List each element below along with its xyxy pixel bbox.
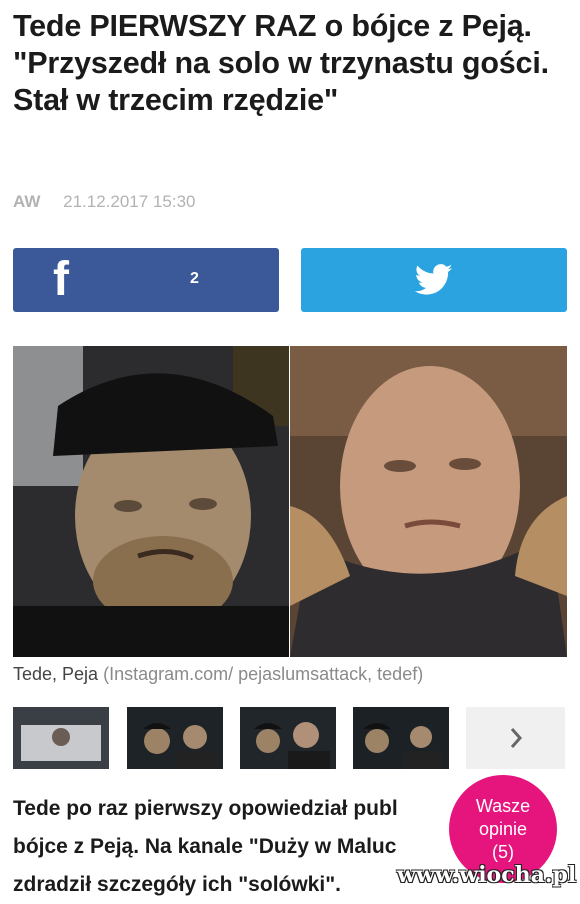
article-title: Tede PIERWSZY RAZ o bójce z Peją. "Przys… [13, 9, 549, 117]
article-lead: Tede po raz pierwszy opowiedział publ bó… [13, 790, 453, 904]
gallery-thumbnail[interactable] [240, 707, 336, 769]
facebook-share-button[interactable]: f 2 [13, 248, 279, 312]
article-meta: AW 21.12.2017 15:30 [13, 192, 195, 212]
chevron-right-icon [510, 728, 522, 748]
twitter-share-button[interactable] [301, 248, 567, 312]
comments-label-line1: Wasze [475, 795, 531, 816]
comments-label-line2: opinie [478, 818, 528, 839]
caption-source: (Instagram.com/ pejaslumsattack, tedef) [103, 664, 424, 684]
caption-names: Tede, Peja [13, 664, 99, 684]
photo-caption: Tede, Peja (Instagram.com/ pejaslumsatta… [13, 664, 423, 685]
facebook-share-count: 2 [190, 270, 199, 287]
publish-date: 21.12.2017 15:30 [63, 192, 196, 211]
site-watermark: www.wiocha.pl [397, 862, 577, 888]
photo-peja[interactable] [290, 346, 567, 657]
comments-count: (5) [492, 841, 514, 862]
lead-line: bójce z Peją. Na kanale "Duży w Maluc [13, 835, 397, 858]
gallery-thumbnail[interactable] [13, 707, 109, 769]
gallery-thumbnail[interactable] [353, 707, 449, 769]
facebook-icon: f [53, 253, 69, 306]
gallery-next-button[interactable] [466, 707, 565, 769]
photo-tede[interactable] [13, 346, 289, 657]
gallery-thumbnail[interactable] [127, 707, 223, 769]
lead-line: Tede po raz pierwszy opowiedział publ [13, 797, 398, 820]
twitter-icon [415, 264, 453, 295]
lead-line: zdradził szczegóły ich "solówki". [13, 873, 341, 896]
author-name[interactable]: AW [13, 192, 40, 211]
